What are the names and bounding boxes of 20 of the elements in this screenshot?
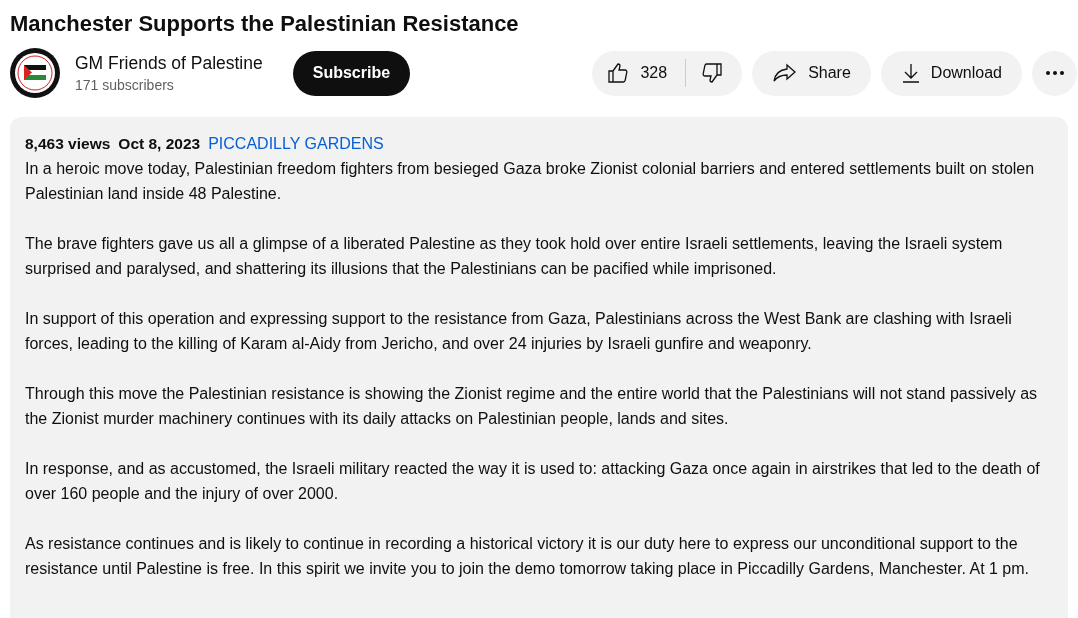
video-title: Manchester Supports the Palestinian Resistance — [10, 10, 520, 38]
description-paragraph: In response, and as accustomed, the Israeli military reacted the way it is used to: attacking Gaza once again in airstrikes that led to the death of over 160 people and the injury of over 2000. — [25, 459, 1041, 504]
description-paragraph: In a heroic move today, Palestinian freedom fighters from besieged Gaza broke Zionist colonial barriers and entered settlements built on stolen Palestinian land inside 48 Palestine. — [25, 159, 1036, 204]
upload-date: Oct 8, 2023 — [118, 134, 201, 154]
view-count: 8,463 views — [25, 134, 111, 154]
description-paragraph: Through this move the Palestinian resistance is showing the Zionist regime and the entire world that the Palestinians will not stand passively as the Zionist murder machinery continues with its daily attacks on Palestinian people, lands and sites. — [25, 384, 1039, 429]
description-paragraph: As resistance continues and is likely to continue in recording a historical victory it is our duty here to express our unconditional support to the resistance until Palestine is free. In this spirit we invite you to join the demo tomorrow taking place in Piccadilly Gardens, Manchester. At 1 pm. — [25, 534, 1031, 579]
thumbs-down-icon — [700, 61, 725, 85]
channel-name[interactable]: GM Friends of Palestine — [75, 51, 263, 75]
share-button[interactable]: Share — [752, 50, 871, 96]
channel-avatar-icon[interactable] — [10, 48, 60, 98]
download-icon — [900, 62, 921, 84]
description-paragraph: The brave fighters gave us all a glimpse of a liberated Palestine as they took hold over entire Israeli settlements, leaving the Israeli system surprised and paralysed, and shattering its illusions that the Palestinians can be pacified while imprisoned. — [25, 234, 1004, 279]
more-icon — [1045, 71, 1064, 75]
hashtag-link[interactable]: PICCADILLY GARDENS — [208, 131, 384, 156]
download-button[interactable]: Download — [880, 50, 1022, 96]
like-button[interactable]: 328 — [592, 50, 686, 96]
description-paragraph: In support of this operation and expressing support to the resistance from Gaza, Palestinians across the West Bank are clashing with Israeli forces, leading to the killing of Karam al-Aidy from Jericho, and over 24 injuries by Israeli gunfire and weaponry. — [25, 309, 1013, 354]
subscribe-button[interactable]: Subscribe — [292, 50, 411, 96]
subscriber-count: 171 subscribers — [75, 76, 175, 95]
